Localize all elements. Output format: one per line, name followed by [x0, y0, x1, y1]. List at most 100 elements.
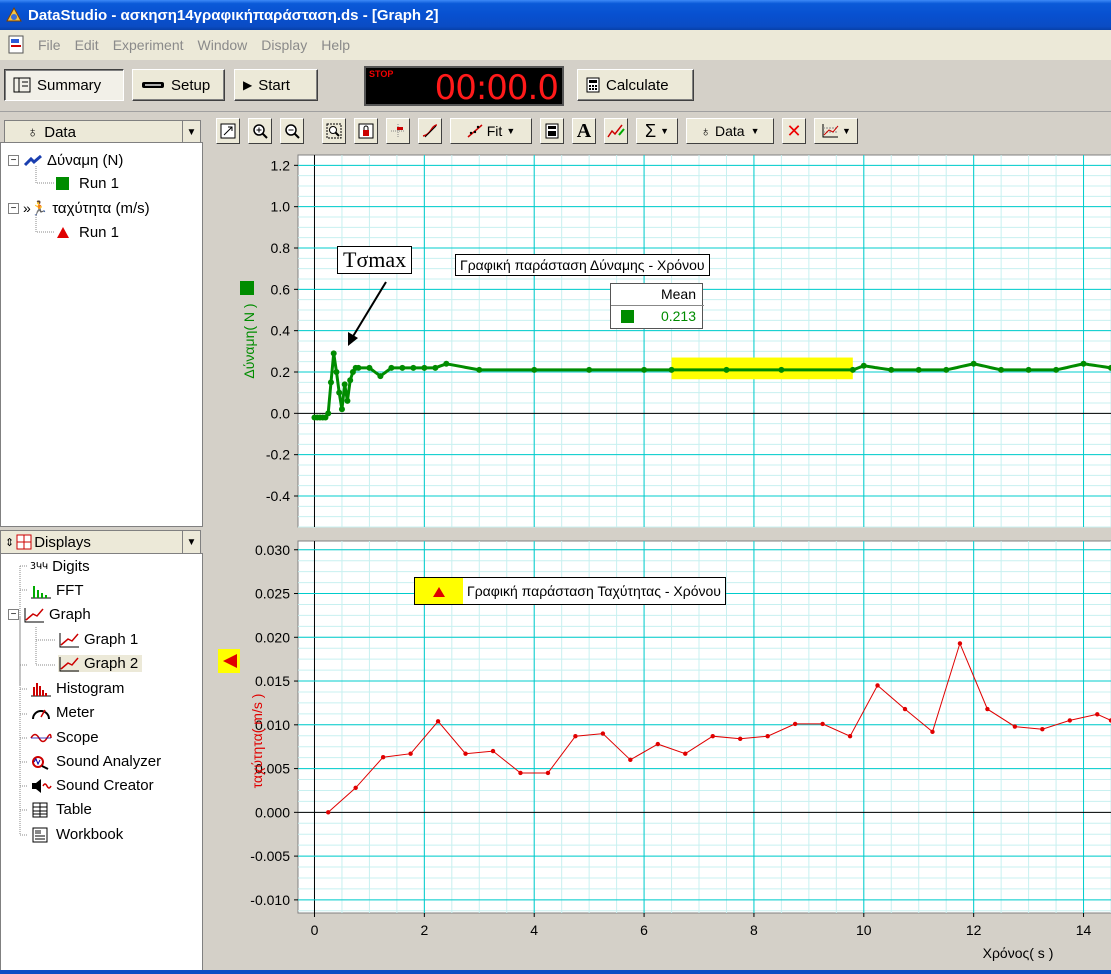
x-tick-label: 14: [1076, 922, 1092, 938]
velocity-data-point: [875, 683, 880, 688]
force-data-point: [915, 366, 922, 373]
velocity-data-point: [710, 733, 715, 739]
force-data-point: [778, 366, 785, 373]
graph-settings-icon: [822, 124, 839, 138]
zoom-out-icon: [285, 124, 300, 139]
x-tick-label: 12: [966, 922, 982, 938]
smart-tool-button[interactable]: [386, 118, 410, 144]
velocity-data-point: [490, 748, 496, 754]
y-tick-label: 0.000: [255, 804, 290, 820]
force-data-point: [338, 406, 345, 413]
velocity-data-point: [463, 751, 468, 756]
statistics-series-swatch: [621, 310, 634, 323]
document-icon[interactable]: [6, 34, 28, 56]
setup-label: Setup: [171, 76, 211, 94]
force-series-swatch[interactable]: [240, 281, 254, 295]
x-axis-label: Χρόνος( s ): [983, 945, 1054, 961]
force-data-point: [641, 366, 648, 373]
force-data-point: [860, 362, 867, 369]
tsmax-annotation[interactable]: Tσmax: [337, 246, 413, 274]
start-label: Start: [258, 76, 290, 94]
calculator-icon: [586, 77, 600, 93]
force-data-point: [333, 369, 340, 375]
sigma-button[interactable]: Σ ▼: [636, 118, 678, 144]
annotation-button[interactable]: [604, 118, 628, 144]
data-select-dropdown-arrow: ▼: [750, 126, 760, 136]
summary-icon: [13, 77, 31, 93]
force-data-point: [347, 377, 354, 384]
menu-bar: File Edit Experiment Window Display Help: [0, 30, 1111, 60]
force-data-point: [1053, 366, 1060, 373]
y-tick-label: 0.8: [271, 240, 291, 256]
menu-window[interactable]: Window: [191, 37, 255, 53]
force-data-point: [970, 360, 977, 367]
velocity-data-point: [573, 733, 578, 739]
scale-to-fit-icon: [220, 123, 236, 139]
x-tick-label: 0: [311, 922, 319, 938]
summary-button[interactable]: Summary: [4, 69, 124, 101]
y-tick-label: 0.015: [255, 673, 290, 689]
force-data-point: [943, 366, 950, 373]
velocity-data-point: [683, 751, 688, 756]
menu-file[interactable]: File: [31, 37, 68, 53]
menu-display[interactable]: Display: [254, 37, 314, 53]
delete-button[interactable]: ✕: [782, 118, 806, 144]
text-tool-button[interactable]: A: [572, 118, 596, 144]
y-tick-label: 0.0: [271, 405, 291, 421]
force-graph-title[interactable]: Γραφική παράσταση Δύναμης - Χρόνου: [455, 254, 710, 276]
play-icon: ▶: [243, 78, 253, 92]
velocity-data-point: [820, 721, 825, 727]
velocity-data-point: [1012, 724, 1018, 729]
text-tool-icon: A: [576, 119, 592, 142]
statistics-button[interactable]: [540, 118, 564, 144]
zoom-out-button[interactable]: [280, 118, 304, 144]
graph-toolbar: Fit ▼ A Σ ▼ ♁ Data ▼ ✕ ▼: [210, 118, 1111, 146]
graph-settings-button[interactable]: ▼: [814, 118, 858, 144]
data-lock-button[interactable]: [354, 118, 378, 144]
slope-icon: [422, 124, 438, 138]
y-tick-label: -0.4: [266, 488, 290, 504]
y-tick-label: 0.6: [271, 281, 291, 297]
force-data-point: [355, 364, 362, 371]
velocity-data-point: [985, 706, 990, 712]
scale-to-fit-button[interactable]: [216, 118, 240, 144]
zoom-select-button[interactable]: [322, 118, 346, 144]
timer-display: STOP 00:00.0: [364, 66, 564, 108]
tree-connectors: [19, 166, 56, 836]
data-select-button[interactable]: ♁ Data ▼: [686, 118, 774, 144]
force-data-point: [388, 364, 395, 371]
menu-experiment[interactable]: Experiment: [106, 37, 191, 53]
velocity-graph-title-box[interactable]: Γραφική παράσταση Ταχύτητας - Χρόνου: [414, 577, 726, 605]
fit-button[interactable]: Fit ▼: [450, 118, 532, 144]
y-tick-label: 0.2: [271, 364, 291, 380]
force-data-point: [476, 366, 483, 373]
datastudio-app-icon[interactable]: [4, 5, 24, 25]
zoom-in-button[interactable]: [248, 118, 272, 144]
setup-button[interactable]: Setup: [132, 69, 225, 101]
menu-help[interactable]: Help: [314, 37, 357, 53]
x-tick-label: 4: [530, 922, 538, 938]
force-data-point: [998, 366, 1005, 373]
x-tick-label: 2: [420, 922, 428, 938]
data-select-label: Data: [715, 123, 745, 139]
sigma-dropdown-arrow: ▼: [660, 126, 670, 136]
velocity-data-point: [1067, 718, 1073, 723]
force-data-point: [366, 364, 373, 371]
force-data-point: [421, 364, 428, 371]
menu-edit[interactable]: Edit: [68, 37, 106, 53]
x-tick-label: 10: [856, 922, 872, 938]
y-tick-label: 0.4: [271, 323, 291, 339]
stop-indicator: STOP: [369, 69, 394, 79]
data-drop-icon: ♁: [700, 123, 712, 139]
y-tick-label: -0.2: [266, 447, 290, 463]
statistics-box[interactable]: Mean 0.213: [610, 283, 704, 329]
force-data-point: [410, 364, 417, 371]
velocity-data-point: [792, 721, 798, 727]
velocity-data-point: [353, 785, 358, 791]
velocity-data-point: [408, 751, 413, 756]
start-button[interactable]: ▶ Start: [234, 69, 318, 101]
velocity-data-point: [545, 770, 551, 776]
window-bottom-border: [0, 970, 1111, 974]
slope-tool-button[interactable]: [418, 118, 442, 144]
calculate-button[interactable]: Calculate: [577, 69, 694, 101]
